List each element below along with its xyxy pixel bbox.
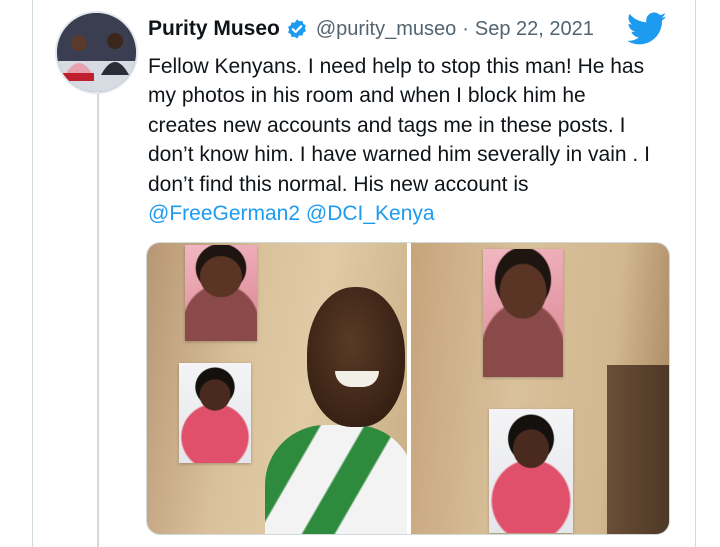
handle[interactable]: @purity_museo [316, 18, 456, 41]
display-name[interactable]: Purity Museo [148, 17, 280, 41]
twitter-bird-icon[interactable] [627, 12, 667, 46]
tweet-text-line: Fellow Kenyans. I need help to stop this… [148, 55, 645, 78]
mention-link[interactable]: @DCI_Kenya [306, 202, 435, 225]
poster-photo [489, 409, 573, 533]
person-head [307, 287, 405, 427]
tweet-text-line: my photos in his room and when I block h… [148, 84, 586, 108]
tweet-text: Fellow Kenyans. I need help to stop this… [148, 52, 668, 228]
tweet-text-line: don’t find this normal. His new account … [148, 172, 529, 196]
poster-photo [185, 245, 257, 341]
tweet-text-line: don’t know him. I have warned him severa… [148, 143, 650, 167]
avatar[interactable] [55, 11, 138, 94]
photo-right[interactable] [411, 243, 669, 534]
door [607, 365, 669, 534]
photo-left[interactable] [147, 243, 407, 534]
mention-link[interactable]: @FreeGerman2 [148, 202, 300, 225]
poster-photo [483, 249, 563, 377]
tweet-header: Purity Museo @purity_museo · Sep 22, 202… [148, 14, 594, 44]
tweet-text-line: creates new accounts and tags me in thes… [148, 113, 626, 137]
verified-badge-icon [287, 19, 306, 39]
separator: · [462, 17, 469, 40]
mentions-line: @FreeGerman2 @DCI_Kenya [148, 199, 668, 228]
person-shirt [265, 425, 407, 534]
thread-line [97, 92, 99, 547]
media-grid [146, 242, 670, 535]
avatar-image [57, 13, 136, 92]
timestamp[interactable]: Sep 22, 2021 [475, 18, 594, 41]
poster-photo [179, 363, 251, 463]
